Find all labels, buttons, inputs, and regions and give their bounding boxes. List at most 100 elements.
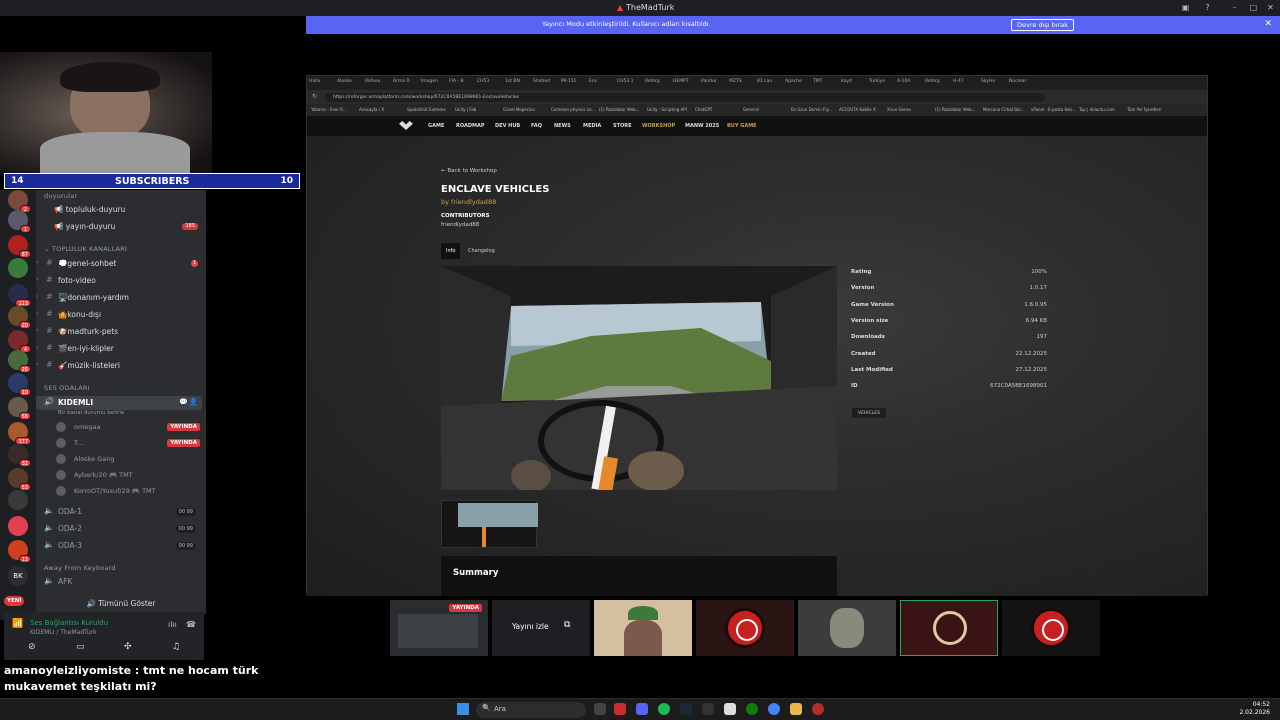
text-channel[interactable]: › # 🎸müzik-listeleri <box>36 359 202 373</box>
browser-tab[interactable]: TMT <box>813 79 822 84</box>
voice-user[interactable]: Ayberk/20 🎮 TMT <box>56 469 202 482</box>
server-icon[interactable]: 56 <box>8 397 31 420</box>
site-nav-news[interactable]: NEWS <box>554 123 571 129</box>
watch-stream-button[interactable]: Yayını izle <box>506 618 555 636</box>
browser-tab[interactable]: MZTS <box>729 79 742 84</box>
camera-off-icon[interactable]: ⊘ <box>28 642 36 652</box>
browser-tab[interactable]: Aloske <box>337 79 352 84</box>
file-explorer-icon[interactable] <box>790 703 802 715</box>
chrome-icon[interactable] <box>768 703 780 715</box>
signal-icon[interactable]: 📶 <box>12 619 23 629</box>
server-icon[interactable] <box>8 490 28 510</box>
browser-tab[interactable]: Pandur <box>701 79 717 84</box>
stream-tile-2[interactable]: Yayını izle ⧉ <box>492 600 590 656</box>
browser-tab[interactable]: kayıt <box>841 79 852 84</box>
text-channel[interactable]: › # 🐶madturk-pets <box>36 325 202 339</box>
bookmark-item[interactable]: (1) Rozolobar Web... <box>935 107 976 112</box>
server-icon[interactable]: 4 <box>8 330 31 353</box>
invite-icon[interactable]: 👤 <box>189 398 198 406</box>
browser-tab[interactable]: Reforg <box>645 79 660 84</box>
participant-tile-wolf[interactable] <box>798 600 896 656</box>
popout-icon[interactable]: ⧉ <box>564 620 570 630</box>
browser-tab[interactable]: Apache <box>785 79 802 84</box>
server-icon[interactable]: 113 <box>8 284 31 307</box>
site-nav-game[interactable]: GAME <box>428 123 444 129</box>
bookmark-item[interactable]: En Uzun Domin Fly... <box>791 107 832 112</box>
browser-tab[interactable]: 1st BN <box>505 79 520 84</box>
voice-afk[interactable]: 🔈 AFK <box>36 575 202 589</box>
browser-tab[interactable]: Shahed <box>533 79 550 84</box>
server-icon[interactable]: 26 <box>8 350 31 373</box>
show-all-button[interactable]: 🔊 Tümünü Göster <box>36 597 206 611</box>
voice-status-hint[interactable]: Bir kanal durumu belirle <box>58 410 124 416</box>
xbox-icon[interactable] <box>746 703 758 715</box>
browser-tab[interactable]: Arma R. <box>393 79 411 84</box>
arma-logo-icon[interactable] <box>399 121 413 130</box>
server-icon[interactable]: 20 <box>8 306 31 329</box>
bookmark-item[interactable]: Anasayfa / X <box>359 107 384 112</box>
server-icon[interactable]: 10 <box>8 373 31 396</box>
tab-info[interactable]: Info <box>441 243 461 259</box>
tab-changelog[interactable]: Changelog <box>463 243 500 259</box>
voice-channel-kidemli[interactable]: 🔊 KIDEMLI 💬 👤 <box>36 396 202 410</box>
text-channel[interactable]: › # foto-video <box>36 274 202 288</box>
noise-suppression-icon[interactable]: ılıı <box>168 620 177 629</box>
voice-room[interactable]: 🔈 ODA-2 00 99 <box>36 522 202 536</box>
site-nav-store[interactable]: STORE <box>613 123 632 129</box>
bookmark-item[interactable]: Marcona Cirbal Bal... <box>983 107 1024 112</box>
browser-tab[interactable]: CH53 1 <box>617 79 634 84</box>
text-channel[interactable]: › # 💭genel-sohbet 1 <box>36 257 202 271</box>
browser-tab[interactable]: H-47 <box>953 79 964 84</box>
voice-user[interactable]: omegaa YAYINDA <box>56 421 202 434</box>
site-nav-manw-2025[interactable]: MANW 2025 <box>685 123 719 129</box>
category-afk[interactable]: Away From Keyboard <box>44 564 116 572</box>
bookmark-item[interactable]: Spokslimit Extreme <box>407 107 446 112</box>
site-nav-roadmap[interactable]: ROADMAP <box>456 123 485 129</box>
bookmark-item[interactable]: Unity - Scripting API <box>647 107 687 112</box>
browser-tab[interactable]: Refuse <box>365 79 380 84</box>
browser-tab[interactable]: MI-151 <box>561 79 576 84</box>
app-icon-gray[interactable] <box>724 703 736 715</box>
close-banner-icon[interactable]: ✕ <box>1264 19 1272 29</box>
bookmark-item[interactable]: Top | doluntu.com <box>1079 107 1115 112</box>
text-channel[interactable]: › # 🤷konu-dışı <box>36 308 202 322</box>
server-icon[interactable]: 53 <box>8 468 31 491</box>
text-channel[interactable]: › # 🖥️donanım-yardım <box>36 291 202 305</box>
system-clock[interactable]: 04:52 2.02.2026 <box>1239 701 1270 717</box>
server-icon[interactable]: 32 <box>8 444 31 467</box>
browser-tab[interactable]: FIA - B. <box>449 79 465 84</box>
channel-announce[interactable]: 📢 topluluk-duyuru <box>36 203 202 217</box>
browser-tab[interactable]: Turkiye <box>869 79 885 84</box>
server-icon[interactable]: 377 <box>8 422 31 445</box>
participant-tile-emblem-2[interactable] <box>1002 600 1100 656</box>
maximize-icon[interactable]: □ <box>1249 3 1258 12</box>
screen-share-icon[interactable]: ▭ <box>76 642 85 652</box>
voice-room[interactable]: 🔈 ODA-1 00 99 <box>36 505 202 519</box>
site-nav-media[interactable]: MEDIA <box>583 123 601 129</box>
contributor-name[interactable]: friendlydad88 <box>441 222 479 228</box>
bookmark-item[interactable]: General <box>743 107 759 112</box>
bookmark-item[interactable]: Güvel Mopeciarı <box>503 107 535 112</box>
mod-screenshot[interactable] <box>441 266 837 490</box>
site-nav-workshop[interactable]: WORKSHOP <box>642 123 675 129</box>
category-announcements[interactable]: duyurular <box>44 192 77 200</box>
minimize-icon[interactable]: – <box>1230 3 1239 12</box>
app-icon-red[interactable] <box>614 703 626 715</box>
site-nav-buy-game[interactable]: BUY GAME <box>727 123 757 129</box>
app-icon-circle[interactable] <box>812 703 824 715</box>
back-to-workshop-link[interactable]: ← Back to Workshop <box>441 168 497 174</box>
browser-tab[interactable]: A-10A <box>897 79 910 84</box>
browser-tab[interactable]: HEMPT <box>673 79 689 84</box>
soundboard-icon[interactable]: ♫ <box>172 642 180 652</box>
server-icon[interactable]: 87 <box>8 235 31 258</box>
bookmark-item[interactable]: Tüm Yer İşaretleri <box>1127 107 1162 112</box>
task-view-icon[interactable] <box>594 703 606 715</box>
screenshot-thumbnail[interactable] <box>441 500 538 548</box>
steam-icon[interactable] <box>680 703 692 715</box>
tag-vehicles[interactable]: VEHICLES <box>851 407 887 419</box>
disable-streamer-mode-button[interactable]: Devre dışı bırak <box>1011 19 1074 31</box>
activities-icon[interactable]: ✣ <box>124 642 132 652</box>
disconnect-icon[interactable]: ☎ <box>186 620 196 629</box>
participant-tile-emblem-1[interactable] <box>696 600 794 656</box>
browser-tab[interactable]: Enc <box>589 79 597 84</box>
